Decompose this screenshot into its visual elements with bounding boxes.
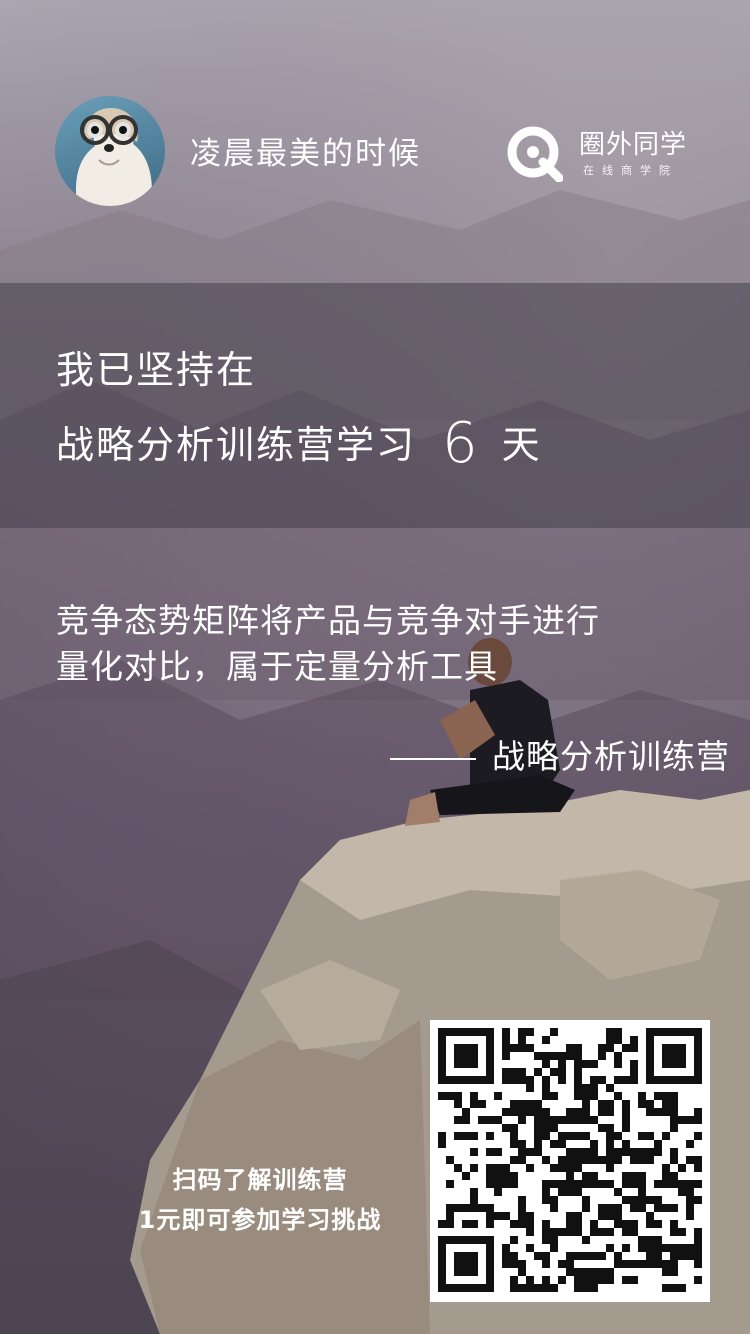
headline-band bbox=[0, 283, 750, 528]
qr-finder-pattern bbox=[438, 1236, 494, 1292]
dash-divider bbox=[390, 757, 476, 760]
qr-finder-pattern bbox=[646, 1028, 702, 1084]
days-unit: 天 bbox=[501, 423, 542, 467]
brand-name: 圈外同学 bbox=[579, 130, 688, 160]
study-days-count: 6 bbox=[442, 411, 480, 476]
header: 凌晨最美的时候 圈外同学 在线商学院 bbox=[0, 0, 750, 280]
quote-source-name: 战略分析训练营 bbox=[492, 737, 730, 776]
brand-subtitle: 在线商学院 bbox=[583, 164, 678, 177]
cta-line2: 1元即可参加学习挑战 bbox=[138, 1206, 382, 1234]
brand: 圈外同学 在线商学院 bbox=[505, 124, 705, 184]
headline-line2: 战略分析训练营学习 6 天 bbox=[56, 414, 542, 475]
course-prefix: 战略分析训练营学习 bbox=[56, 423, 417, 467]
qr-code[interactable] bbox=[430, 1020, 710, 1302]
quote-line: 竞争态势矩阵将产品与竞争对手进行 bbox=[56, 601, 600, 640]
quote-line: 量化对比，属于定量分析工具 bbox=[56, 647, 498, 686]
user-avatar[interactable] bbox=[55, 96, 165, 206]
quote-source: 战略分析训练营 bbox=[390, 734, 730, 780]
headline-line1: 我已坚持在 bbox=[56, 348, 257, 392]
call-to-action: 扫码了解训练营 1元即可参加学习挑战 bbox=[110, 1160, 410, 1240]
cta-line1: 扫码了解训练营 bbox=[172, 1166, 348, 1194]
brand-logo-icon bbox=[507, 126, 563, 182]
qr-finder-pattern bbox=[438, 1028, 494, 1084]
user-name: 凌晨最美的时候 bbox=[190, 136, 421, 172]
quote-text: 竞争态势矩阵将产品与竞争对手进行 量化对比，属于定量分析工具 bbox=[56, 598, 736, 690]
